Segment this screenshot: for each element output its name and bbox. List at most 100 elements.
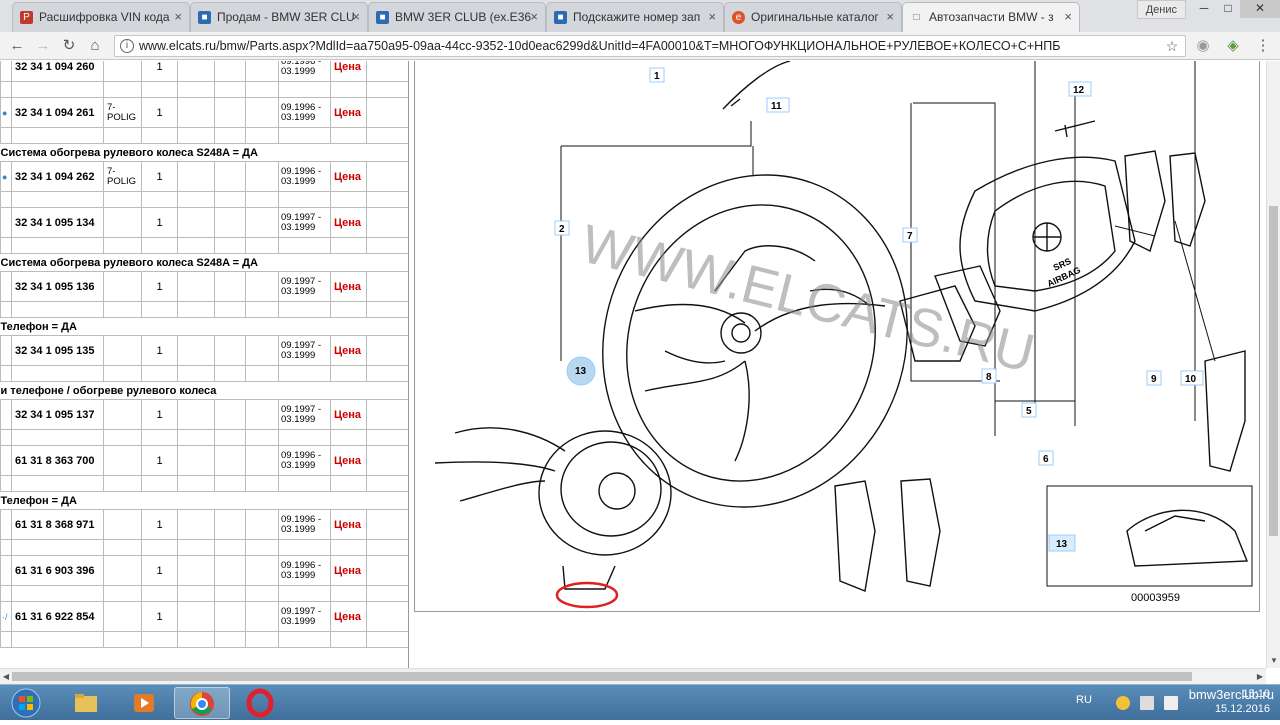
browser-tab-active[interactable]: □ Автозапчасти BMW - з × [902, 2, 1080, 32]
close-icon[interactable]: × [708, 3, 716, 31]
clockspring-inner [560, 441, 662, 537]
info-icon[interactable]: i [120, 39, 134, 53]
part-number: 32 34 1 094 261 [11, 97, 104, 128]
empty-cell [103, 365, 142, 382]
callout-label: 2 [559, 224, 565, 235]
close-icon[interactable]: × [1064, 3, 1072, 31]
cast-icon[interactable]: ◈ [1222, 36, 1244, 56]
table-row[interactable]: 32 34 1 094 260 1 09.1996 -03.1999 Цена [0, 61, 408, 82]
back-arrow-icon[interactable]: ← [6, 36, 28, 56]
drawing-number: 00003959 [1131, 592, 1180, 604]
empty-cell [11, 81, 104, 98]
empty-cell [0, 585, 12, 602]
table-row[interactable]: ·/61 31 6 922 854 1 09.1997 -03.1999 Цена [0, 601, 408, 632]
price-link[interactable]: Цена [330, 271, 367, 302]
table-row[interactable]: 32 34 1 095 137 1 09.1997 -03.1999 Цена [0, 399, 408, 430]
airbag-module-front [986, 180, 1116, 292]
empty-cell [245, 601, 279, 632]
price-link[interactable]: Цена [330, 97, 367, 128]
tray-app-icon[interactable] [1116, 696, 1130, 710]
row-marker [0, 509, 12, 540]
extension-icon[interactable]: ◉ [1192, 36, 1214, 56]
scrollbar-thumb[interactable] [1269, 206, 1278, 536]
date-to: 03.1999 [281, 349, 316, 361]
empty-cell [177, 631, 215, 648]
empty-cell [366, 399, 408, 430]
menu-icon[interactable]: ⋮ [1252, 36, 1274, 56]
part-number: 32 34 1 095 137 [11, 399, 104, 430]
scroll-right-icon[interactable]: ▶ [1254, 669, 1266, 684]
close-icon[interactable]: × [174, 3, 182, 31]
table-row[interactable]: ● 32 34 1 094 261 7-POLIG 1 09.1996 -03.1999… [0, 97, 408, 128]
reload-icon[interactable]: ↻ [58, 36, 80, 56]
part-quantity: 1 [141, 399, 178, 430]
bookmark-star-icon[interactable]: ☆ [1161, 36, 1183, 56]
tab-title: Расшифровка VIN кода [39, 10, 170, 24]
price-link[interactable]: Цена [330, 509, 367, 540]
date-to: 03.1999 [281, 285, 316, 297]
browser-tab[interactable]: ■ Подскажите номер зап × [546, 2, 724, 32]
price-link[interactable]: Цена [330, 207, 367, 238]
close-icon[interactable]: × [886, 3, 894, 31]
table-row[interactable]: 32 34 1 095 136 1 09.1997 -03.1999 Цена [0, 271, 408, 302]
empty-cell [366, 601, 408, 632]
language-indicator[interactable]: RU [1076, 694, 1092, 706]
table-spacer-row [0, 429, 408, 446]
vertical-scrollbar[interactable]: ▼ [1266, 61, 1280, 668]
browser-tab[interactable]: P Расшифровка VIN кода × [12, 2, 190, 32]
scrollbar-thumb[interactable] [12, 672, 1192, 681]
close-window-icon[interactable]: ✕ [1240, 0, 1280, 18]
table-row[interactable]: 32 34 1 095 135 1 09.1997 -03.1999 Цена [0, 335, 408, 366]
empty-cell [278, 301, 331, 318]
browser-tab[interactable]: e Оригинальные каталог × [724, 2, 902, 32]
close-icon[interactable]: × [530, 3, 538, 31]
price-link[interactable]: Цена [330, 399, 367, 430]
price-link[interactable]: Цена [330, 555, 367, 586]
browser-tab[interactable]: ■ BMW 3ER CLUB (ex.E36 × [368, 2, 546, 32]
browser-tab[interactable]: ■ Продам - BMW 3ER CLU × [190, 2, 368, 32]
part-note [103, 509, 142, 540]
media-player-taskbar-button[interactable] [116, 687, 172, 719]
part-quantity: 1 [141, 97, 178, 128]
explorer-taskbar-button[interactable] [58, 687, 114, 719]
date-to: 03.1999 [281, 413, 316, 425]
table-row[interactable]: 61 31 6 903 396 1 09.1996 -03.1999 Цена [0, 555, 408, 586]
price-link[interactable]: Цена [330, 335, 367, 366]
empty-cell [366, 191, 408, 208]
price-link[interactable]: Цена [330, 161, 367, 192]
tab-title: Подскажите номер зап [573, 10, 701, 24]
table-row[interactable]: ● 32 34 1 094 262 7-POLIG 1 09.1996 -03.1999… [0, 161, 408, 192]
empty-cell [11, 475, 104, 492]
maximize-icon[interactable]: □ [1216, 0, 1240, 18]
volume-icon[interactable] [1164, 696, 1178, 710]
price-link[interactable]: Цена [330, 445, 367, 476]
profile-button[interactable]: Денис [1136, 0, 1186, 19]
price-link[interactable]: Цена [330, 61, 367, 82]
tab-title: Оригинальные каталог [751, 10, 879, 24]
chrome-taskbar-button[interactable] [174, 687, 230, 719]
start-button[interactable] [2, 687, 50, 719]
part-note: 7-POLIG [103, 161, 142, 192]
close-icon[interactable]: × [352, 3, 360, 31]
home-icon[interactable]: ⌂ [84, 36, 106, 56]
empty-cell [141, 585, 178, 602]
table-row[interactable]: 61 31 8 368 971 1 09.1996 -03.1999 Цена [0, 509, 408, 540]
minimize-icon[interactable]: ─ [1192, 0, 1216, 18]
forward-arrow-icon[interactable]: → [32, 36, 54, 56]
table-row[interactable]: 32 34 1 095 134 1 09.1997 -03.1999 Цена [0, 207, 408, 238]
scroll-left-icon[interactable]: ◀ [0, 669, 12, 684]
tab-title: Продам - BMW 3ER CLU [217, 10, 355, 24]
price-link[interactable]: Цена [330, 601, 367, 632]
table-row[interactable]: 61 31 8 363 700 1 09.1996 -03.1999 Цена [0, 445, 408, 476]
chrome-icon [190, 692, 214, 716]
group-label: Телефон = ДА [0, 317, 408, 336]
empty-cell [245, 539, 279, 556]
empty-cell [11, 585, 104, 602]
scroll-down-icon[interactable]: ▼ [1267, 654, 1280, 668]
table-spacer-row [0, 301, 408, 318]
network-icon[interactable] [1140, 696, 1154, 710]
parts-diagram[interactable]: 1 2 5 6 7 8 9 10 11 12 13 13 SRS AIRBAG … [414, 61, 1260, 612]
horizontal-scrollbar[interactable]: ◀ ▶ [0, 668, 1266, 684]
address-bar[interactable]: i www.elcats.ru/bmw/Parts.aspx?MdlId=aa7… [114, 35, 1186, 57]
opera-taskbar-button[interactable] [232, 687, 288, 719]
